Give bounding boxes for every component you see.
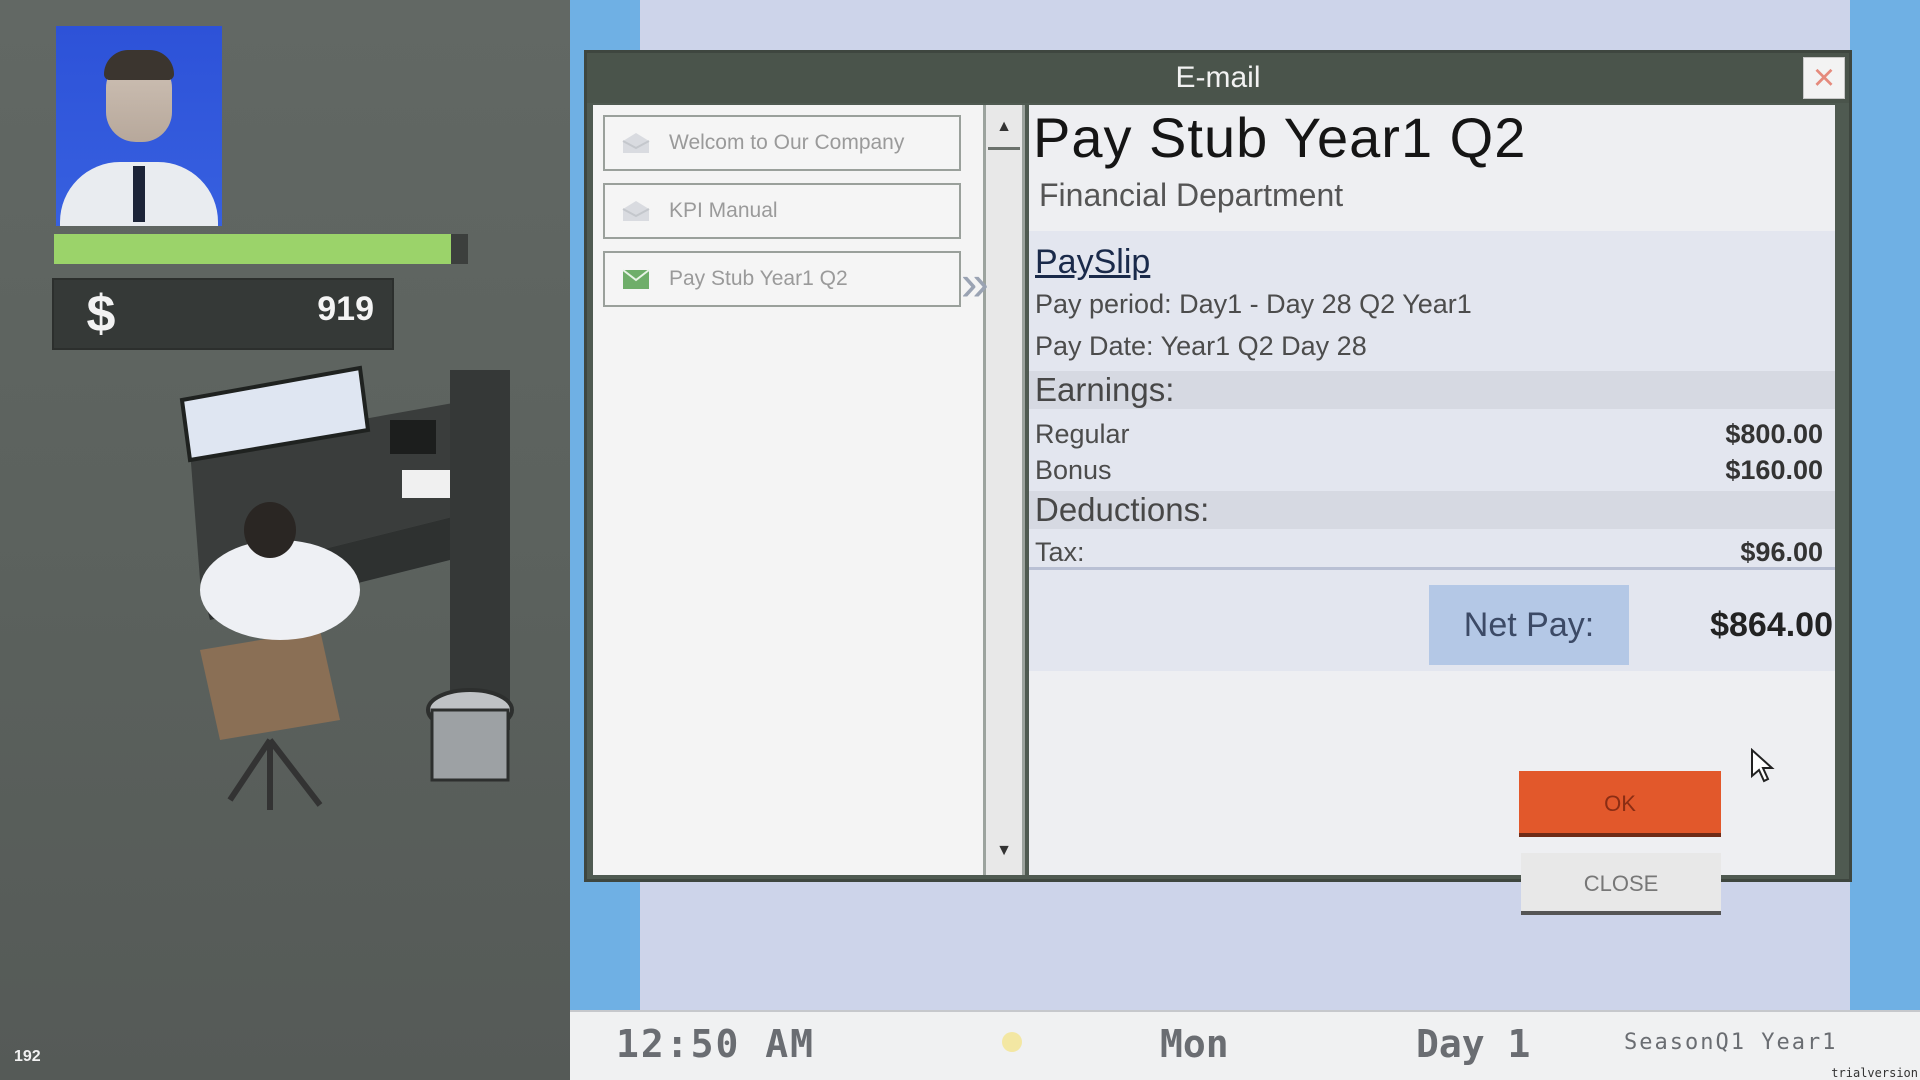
earnings-bonus-label: Bonus (1035, 455, 1112, 485)
email-window: E-mail × Welcom to Our Company KPI Manua… (584, 50, 1852, 915)
scroll-up-button[interactable]: ▲ (988, 107, 1020, 150)
inbox-list: Welcom to Our Company KPI Manual Pay Stu… (593, 105, 985, 875)
sun-icon (1002, 1032, 1022, 1052)
fps-counter: 192 (14, 1048, 41, 1065)
player-portrait (56, 26, 222, 226)
close-icon[interactable]: × (1803, 57, 1845, 99)
deduction-tax-label: Tax: (1035, 537, 1085, 567)
divider (1029, 567, 1835, 570)
payslip-title: PaySlip (1035, 243, 1151, 281)
scroll-down-button[interactable]: ▼ (988, 831, 1020, 871)
envelope-check-icon (622, 269, 650, 289)
deduction-tax-value: $96.00 (1740, 537, 1823, 567)
health-bar (54, 234, 468, 264)
ok-button[interactable]: OK (1519, 771, 1721, 837)
selected-arrow-icon: » (961, 255, 989, 311)
close-button[interactable]: CLOSE (1521, 853, 1721, 915)
money-display: $ 919 (52, 278, 394, 350)
inbox-item-kpi-manual[interactable]: KPI Manual (603, 183, 961, 239)
pay-period: Pay period: Day1 - Day 28 Q2 Year1 (1035, 289, 1472, 319)
envelope-open-icon (622, 133, 650, 153)
status-bar: 12:50 AM Mon Day 1 SeasonQ1 Year1 trialv… (570, 1010, 1920, 1080)
pay-date: Pay Date: Year1 Q2 Day 28 (1035, 331, 1367, 361)
weekday: Mon (1160, 1022, 1229, 1066)
earnings-bonus-value: $160.00 (1725, 455, 1823, 485)
inbox-scrollbar[interactable]: ▲ ▼ (983, 105, 1025, 875)
inbox-item-label: Pay Stub Year1 Q2 (669, 267, 848, 290)
season-year: SeasonQ1 Year1 (1624, 1030, 1838, 1055)
net-pay-value: $864.00 (1710, 606, 1833, 644)
deductions-title: Deductions: (1035, 491, 1210, 528)
email-window-title: E-mail (1175, 61, 1261, 94)
envelope-open-icon (622, 201, 650, 221)
earnings-regular-value: $800.00 (1725, 419, 1823, 449)
dollar-icon: $ (86, 285, 116, 343)
message-sender: Financial Department (1039, 177, 1344, 213)
clock-time: 12:50 AM (616, 1022, 816, 1066)
game-view: $ 919 192 (0, 0, 570, 1080)
earnings-regular-label: Regular (1035, 419, 1130, 449)
inbox-item-welcome[interactable]: Welcom to Our Company (603, 115, 961, 171)
money-value: 919 (317, 290, 374, 328)
inbox-item-label: Welcom to Our Company (669, 131, 905, 154)
deductions-header: Deductions: (1029, 491, 1835, 529)
message-pane: Pay Stub Year1 Q2 Financial Department P… (1029, 105, 1835, 915)
net-pay-label: Net Pay: (1429, 585, 1629, 665)
trial-version-label: trialversion (1831, 1066, 1918, 1080)
earnings-title: Earnings: (1035, 371, 1175, 408)
earnings-header: Earnings: (1029, 371, 1835, 409)
inbox-item-pay-stub[interactable]: Pay Stub Year1 Q2 (603, 251, 961, 307)
day-counter: Day 1 (1416, 1022, 1531, 1066)
office-desk-scene (179, 365, 514, 810)
inbox-item-label: KPI Manual (669, 199, 778, 222)
email-titlebar: E-mail (587, 53, 1849, 103)
mouse-cursor-icon (1751, 748, 1775, 783)
health-bar-fill (54, 234, 452, 264)
message-subject: Pay Stub Year1 Q2 (1033, 106, 1527, 169)
